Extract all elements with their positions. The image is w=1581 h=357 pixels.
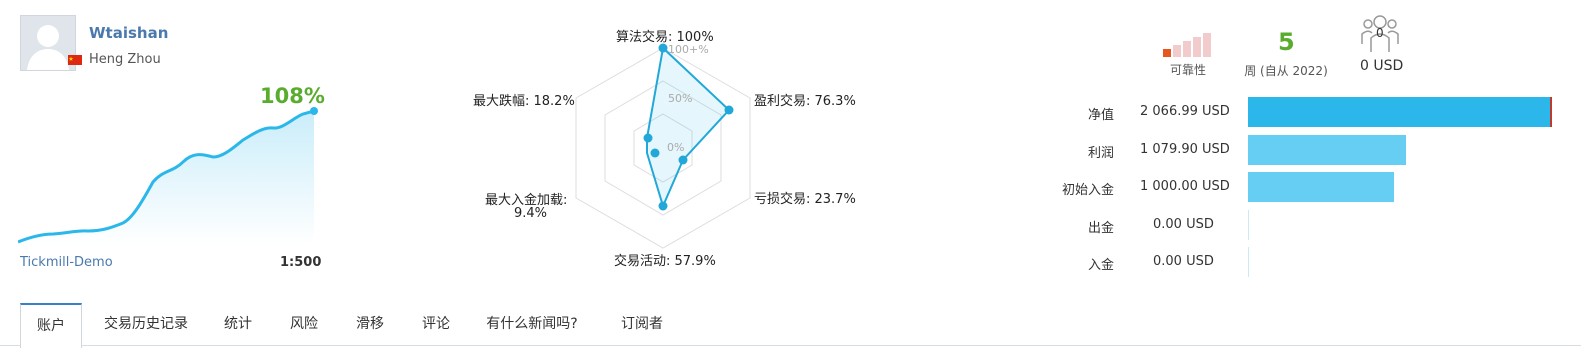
trader-name[interactable]: Wtaishan xyxy=(89,24,168,42)
tabs-divider xyxy=(0,345,1581,346)
finance-value: 1 000.00 USD xyxy=(1140,179,1230,194)
finance-bar xyxy=(1248,247,1249,277)
radar-label-profit: 盈利交易: 76.3% xyxy=(754,94,856,109)
radar-point-activity xyxy=(658,201,668,211)
tab-5[interactable]: 评论 xyxy=(408,303,464,345)
china-flag-icon xyxy=(68,55,82,65)
finance-label: 初始入金 xyxy=(1061,183,1114,198)
subscribers-value: 0 USD xyxy=(1360,58,1404,74)
tab-6[interactable]: 有什么新闻吗? xyxy=(473,303,591,345)
tab-3[interactable]: 风险 xyxy=(276,303,332,345)
finance-bar xyxy=(1248,97,1552,127)
tab-4[interactable]: 滑移 xyxy=(342,303,398,345)
radar-label-algo: 算法交易: 100% xyxy=(616,30,714,45)
radar-label-deposit-load-value: 9.4% xyxy=(514,206,548,221)
trader-location: Heng Zhou xyxy=(89,52,161,67)
reliability-icon[interactable] xyxy=(1163,32,1215,58)
finance-bar xyxy=(1248,209,1249,240)
tab-7[interactable]: 订阅者 xyxy=(606,303,678,345)
radar-label-loss: 亏损交易: 23.7% xyxy=(754,192,856,207)
broker-server[interactable]: Tickmill-Demo xyxy=(20,255,113,270)
radar-data-area xyxy=(646,46,731,209)
weeks-value: 5 xyxy=(1278,28,1295,56)
finance-value: 0.00 USD xyxy=(1153,254,1214,269)
tab-0[interactable]: 账户 xyxy=(20,303,82,348)
finance-value: 0.00 USD xyxy=(1153,216,1214,232)
tab-2[interactable]: 统计 xyxy=(210,303,266,345)
radar-label-drawdown: 最大跌幅: 18.2% xyxy=(473,94,575,109)
growth-mini-chart xyxy=(18,107,318,245)
finance-value: 2 066.99 USD xyxy=(1140,104,1230,119)
leverage: 1:500 xyxy=(280,255,322,270)
tab-1[interactable]: 交易历史记录 xyxy=(92,303,200,345)
radar-label-activity: 交易活动: 57.9% xyxy=(614,254,716,269)
finance-bar xyxy=(1248,134,1406,165)
subscribers-count: 0 xyxy=(1376,26,1384,40)
reliability-label: 可靠性 xyxy=(1169,63,1206,77)
finance-label: 出金 xyxy=(1087,220,1114,236)
radar-point-loss xyxy=(678,155,688,165)
radar-scale-zero: 0% xyxy=(667,141,685,154)
radar-point-deposit-load xyxy=(650,148,660,158)
finance-bar xyxy=(1248,172,1394,202)
weeks-label: 周 (自从 2022) xyxy=(1244,64,1328,78)
radar-point-profit xyxy=(724,105,734,115)
finance-value: 1 079.90 USD xyxy=(1140,141,1230,157)
finance-label: 净值 xyxy=(1087,108,1114,123)
finance-label: 利润 xyxy=(1087,145,1114,161)
radar-point-drawdown xyxy=(643,133,653,143)
radar-scale-mid: 50% xyxy=(668,92,693,105)
finance-label: 入金 xyxy=(1087,258,1114,273)
